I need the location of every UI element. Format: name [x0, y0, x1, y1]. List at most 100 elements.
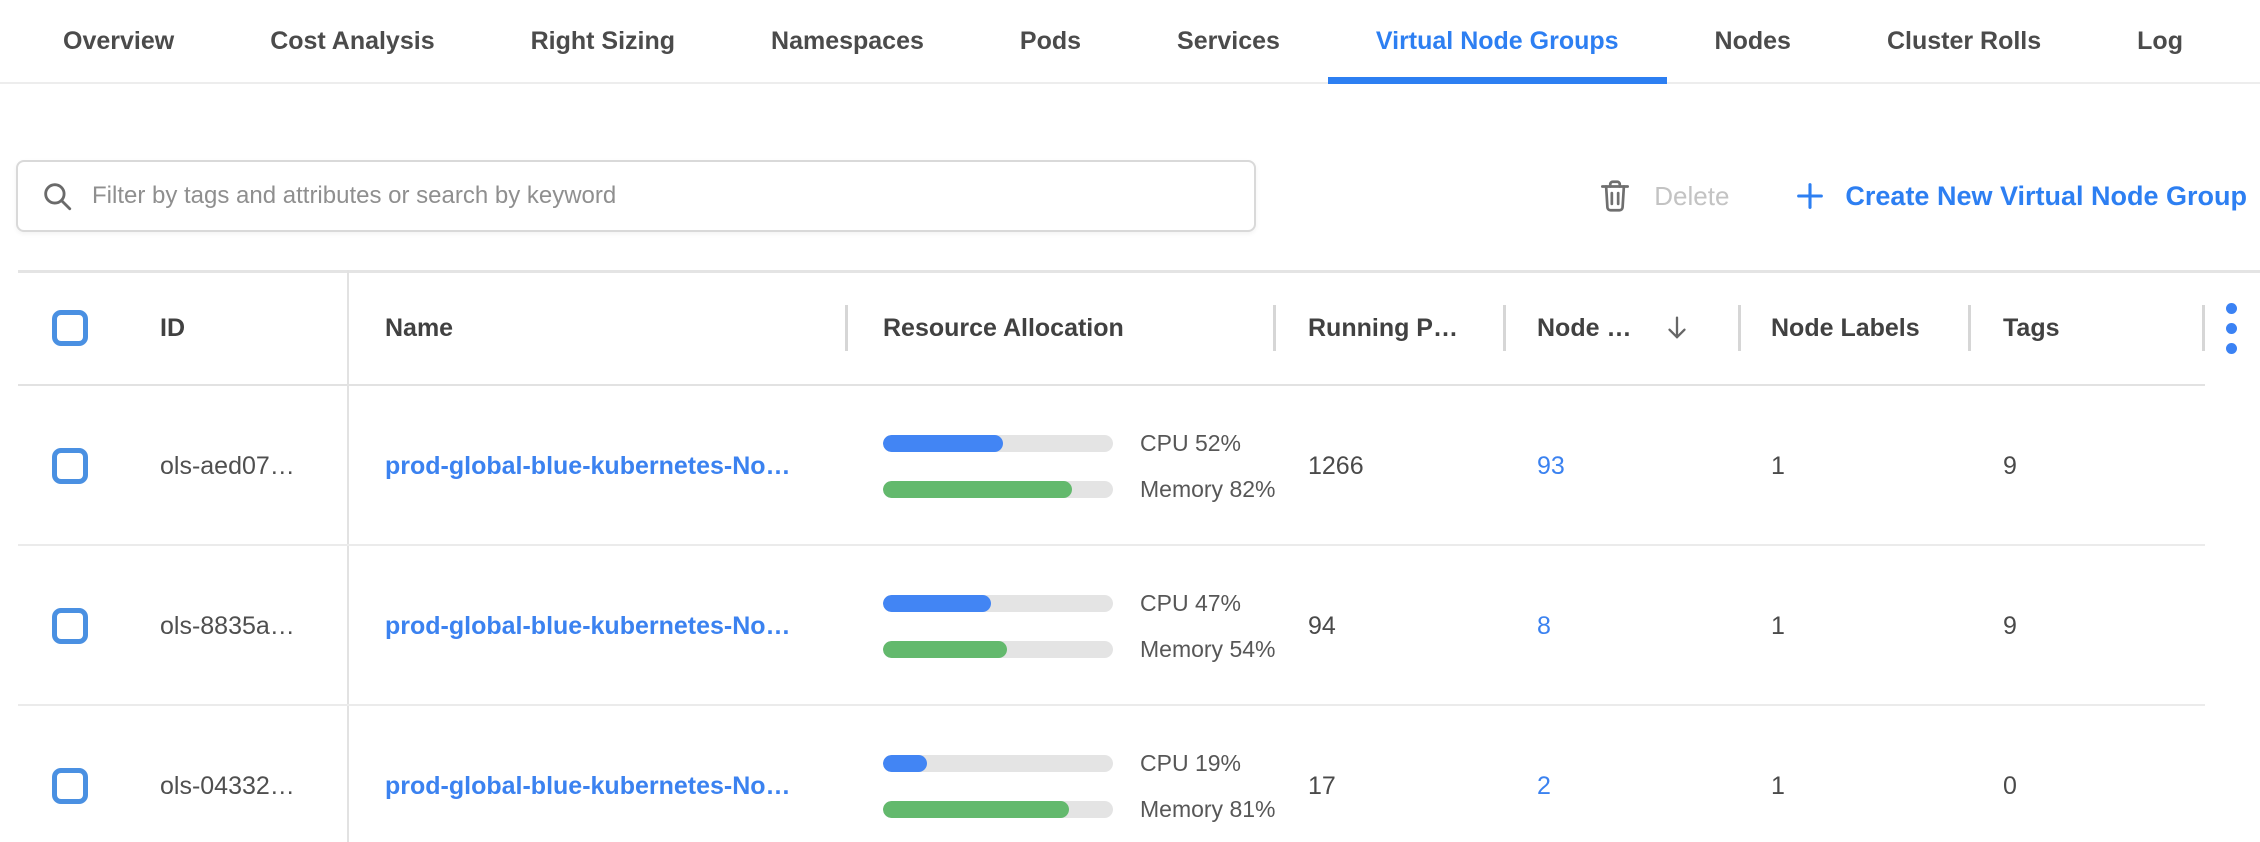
row-resource-cell: CPU 52% Memory 82% — [845, 386, 1273, 546]
cpu-bar-track — [883, 595, 1113, 612]
vng-id: ols-8835a… — [160, 612, 295, 641]
resource-allocation-bars: CPU 47% Memory 54% — [883, 590, 1275, 663]
tags-value: 0 — [1968, 706, 2202, 842]
filter-search-box[interactable] — [16, 160, 1256, 232]
toolbar: Delete Create New Virtual Node Group — [0, 84, 2260, 270]
vng-name-link[interactable]: prod-global-blue-kubernetes-No… — [385, 452, 791, 481]
sort-arrow-down-icon[interactable] — [1663, 313, 1691, 343]
memory-bar-track — [883, 481, 1113, 498]
create-virtual-node-group-button[interactable]: Create New Virtual Node Group — [1793, 179, 2247, 213]
nodes-count-link[interactable]: 2 — [1537, 772, 1551, 801]
table-row: ols-04332… prod-global-blue-kubernetes-N… — [0, 706, 2260, 842]
column-header-id[interactable]: ID — [130, 270, 347, 386]
memory-label: Memory 54% — [1140, 636, 1275, 663]
column-header-nodes[interactable]: Node … — [1503, 270, 1738, 386]
vng-name-link[interactable]: prod-global-blue-kubernetes-No… — [385, 612, 791, 641]
dot — [2226, 343, 2237, 354]
memory-bar-fill — [883, 801, 1069, 818]
resource-allocation-bars: CPU 52% Memory 82% — [883, 430, 1275, 503]
memory-bar-fill — [883, 481, 1072, 498]
row-more-cell — [2202, 706, 2260, 842]
cpu-bar-fill — [883, 435, 1003, 452]
row-checkbox[interactable] — [52, 448, 88, 484]
tags-value: 9 — [1968, 386, 2202, 546]
row-id-cell: ols-04332… — [130, 706, 347, 842]
row-name-cell: prod-global-blue-kubernetes-No… — [347, 706, 845, 842]
row-name-cell: prod-global-blue-kubernetes-No… — [347, 386, 845, 546]
tab-nodes[interactable]: Nodes — [1667, 0, 1839, 82]
toolbar-actions: Delete Create New Virtual Node Group — [1596, 160, 2247, 232]
tab-namespaces[interactable]: Namespaces — [723, 0, 972, 82]
memory-bar-track — [883, 641, 1113, 658]
table-row: ols-aed07… prod-global-blue-kubernetes-N… — [0, 386, 2260, 546]
tab-virtual-node-groups[interactable]: Virtual Node Groups — [1328, 0, 1667, 82]
row-checkbox[interactable] — [52, 768, 88, 804]
cpu-bar-row: CPU 52% — [883, 430, 1275, 457]
create-button-label: Create New Virtual Node Group — [1845, 181, 2247, 212]
row-nodes-cell: 2 — [1503, 706, 1738, 842]
column-header-resource-allocation[interactable]: Resource Allocation — [845, 270, 1273, 386]
row-name-cell: prod-global-blue-kubernetes-No… — [347, 546, 845, 706]
row-checkbox[interactable] — [52, 608, 88, 644]
column-header-node-labels[interactable]: Node Labels — [1738, 270, 1968, 386]
delete-button-label: Delete — [1654, 181, 1729, 212]
table-header-row: ID Name Resource Allocation Running P… N… — [0, 270, 2260, 386]
memory-bar-fill — [883, 641, 1007, 658]
column-header-tags[interactable]: Tags — [1968, 270, 2202, 386]
column-header-nodes-label: Node … — [1537, 314, 1631, 343]
column-header-name[interactable]: Name — [347, 270, 845, 386]
delete-button[interactable]: Delete — [1596, 177, 1729, 215]
top-tab-bar: Overview Cost Analysis Right Sizing Name… — [0, 0, 2260, 84]
memory-bar-row: Memory 54% — [883, 636, 1275, 663]
row-id-cell: ols-aed07… — [130, 386, 347, 546]
vng-name-link[interactable]: prod-global-blue-kubernetes-No… — [385, 772, 791, 801]
cpu-label: CPU 47% — [1140, 590, 1241, 617]
plus-icon — [1793, 179, 1827, 213]
select-all-checkbox[interactable] — [52, 310, 88, 346]
row-resource-cell: CPU 47% Memory 54% — [845, 546, 1273, 706]
tags-value: 9 — [1968, 546, 2202, 706]
cpu-label: CPU 19% — [1140, 750, 1241, 777]
tab-pods[interactable]: Pods — [972, 0, 1129, 82]
dot — [2226, 323, 2237, 334]
header-more-cell — [2202, 270, 2260, 386]
cpu-bar-row: CPU 19% — [883, 750, 1275, 777]
nodes-count-link[interactable]: 8 — [1537, 612, 1551, 641]
tab-cost-analysis[interactable]: Cost Analysis — [222, 0, 482, 82]
dot — [2226, 303, 2237, 314]
tab-right-sizing[interactable]: Right Sizing — [483, 0, 723, 82]
cpu-bar-fill — [883, 595, 991, 612]
virtual-node-groups-table: ID Name Resource Allocation Running P… N… — [0, 270, 2260, 842]
row-select-cell — [0, 546, 130, 706]
node-labels-value: 1 — [1738, 546, 1968, 706]
search-icon — [40, 179, 74, 213]
row-nodes-cell: 93 — [1503, 386, 1738, 546]
header-select-all-cell — [0, 270, 130, 386]
table-row: ols-8835a… prod-global-blue-kubernetes-N… — [0, 546, 2260, 706]
running-pods-value: 17 — [1273, 706, 1503, 842]
row-resource-cell: CPU 19% Memory 81% — [845, 706, 1273, 842]
tab-services[interactable]: Services — [1129, 0, 1328, 82]
memory-bar-row: Memory 82% — [883, 476, 1275, 503]
cpu-bar-track — [883, 435, 1113, 452]
nodes-count-link[interactable]: 93 — [1537, 452, 1565, 481]
memory-bar-row: Memory 81% — [883, 796, 1275, 823]
column-header-running-pods[interactable]: Running P… — [1273, 270, 1503, 386]
resource-allocation-bars: CPU 19% Memory 81% — [883, 750, 1275, 823]
memory-label: Memory 82% — [1140, 476, 1275, 503]
running-pods-value: 1266 — [1273, 386, 1503, 546]
cpu-bar-fill — [883, 755, 927, 772]
trash-icon — [1596, 177, 1634, 215]
cpu-bar-row: CPU 47% — [883, 590, 1275, 617]
column-options-kebab-icon[interactable] — [2226, 303, 2237, 354]
memory-bar-track — [883, 801, 1113, 818]
row-select-cell — [0, 706, 130, 842]
tab-overview[interactable]: Overview — [15, 0, 222, 82]
tab-log[interactable]: Log — [2089, 0, 2231, 82]
node-labels-value: 1 — [1738, 706, 1968, 842]
cpu-bar-track — [883, 755, 1113, 772]
tab-cluster-rolls[interactable]: Cluster Rolls — [1839, 0, 2089, 82]
running-pods-value: 94 — [1273, 546, 1503, 706]
node-labels-value: 1 — [1738, 386, 1968, 546]
filter-search-input[interactable] — [92, 182, 1232, 210]
